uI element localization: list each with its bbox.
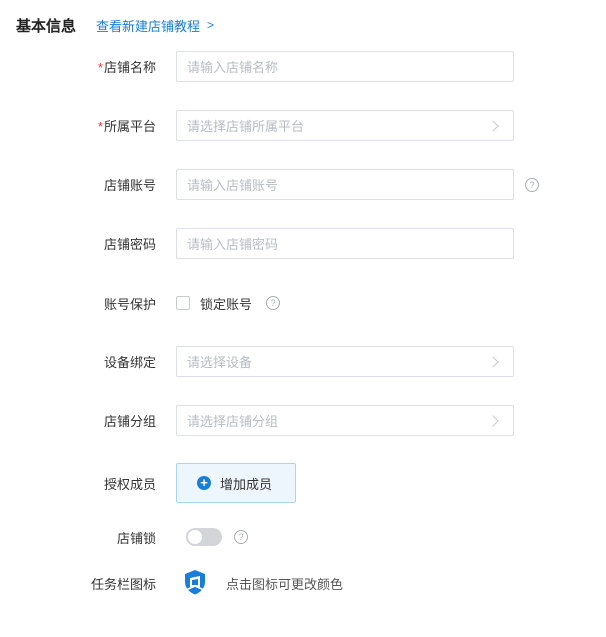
help-icon[interactable]: ? <box>525 177 539 192</box>
add-member-label: 增加成员 <box>220 476 273 492</box>
chevron-right-icon <box>487 119 499 132</box>
device-select[interactable]: 请选择设备 <box>176 346 514 377</box>
shop-group-label: 店铺分组 <box>103 414 156 429</box>
chevron-right-icon[interactable]: > <box>207 18 214 32</box>
required-mark: * <box>97 60 103 75</box>
lock-account-checkbox[interactable] <box>176 296 190 310</box>
taskbar-icon-label: 任务栏图标 <box>90 577 156 592</box>
shop-name-row: *店铺名称 请输入店铺名称 <box>0 51 606 82</box>
shop-shield-icon[interactable] <box>176 563 214 601</box>
add-member-button[interactable]: + 增加成员 <box>176 463 296 503</box>
account-row: 店铺账号 请输入店铺账号 ? <box>0 169 606 200</box>
password-row: 店铺密码 请输入店铺密码 <box>0 228 606 259</box>
shop-name-placeholder: 请输入店铺名称 <box>187 60 279 75</box>
shop-name-input[interactable]: 请输入店铺名称 <box>176 51 514 82</box>
lock-account-label[interactable]: 锁定账号 <box>200 294 252 313</box>
toggle-knob <box>188 530 202 544</box>
account-protection-label: 账号保护 <box>103 296 156 312</box>
tutorial-link[interactable]: 查看新建店铺教程 > <box>96 16 214 35</box>
required-mark: * <box>97 119 103 134</box>
section-title: 基本信息 <box>16 17 77 35</box>
shield-store-icon <box>185 570 205 595</box>
account-placeholder: 请输入店铺账号 <box>187 178 279 193</box>
help-icon[interactable]: ? <box>266 296 280 310</box>
shop-lock-row: 店铺锁 ? <box>0 528 606 546</box>
account-label: 店铺账号 <box>103 178 156 193</box>
account-protection-row: 账号保护 锁定账号 ? <box>0 294 606 312</box>
platform-label: *所属平台 <box>97 119 156 134</box>
password-input[interactable]: 请输入店铺密码 <box>176 228 514 259</box>
password-placeholder: 请输入店铺密码 <box>187 237 279 252</box>
tutorial-link-label[interactable]: 查看新建店铺教程 <box>96 16 200 35</box>
device-binding-row: 设备绑定 请选择设备 <box>0 346 606 377</box>
shop-lock-label: 店铺锁 <box>116 530 156 546</box>
help-icon[interactable]: ? <box>234 530 248 544</box>
platform-row: *所属平台 请选择店铺所属平台 <box>0 110 606 141</box>
shop-group-select[interactable]: 请选择店铺分组 <box>176 405 514 436</box>
chevron-right-icon <box>487 414 499 427</box>
members-row: 授权成员 + 增加成员 <box>0 463 606 503</box>
taskbar-icon-row: 任务栏图标 点击图标可更改颜色 <box>0 563 606 601</box>
shop-group-placeholder: 请选择店铺分组 <box>187 414 279 429</box>
device-placeholder: 请选择设备 <box>187 355 253 370</box>
chevron-right-icon <box>487 355 499 368</box>
taskbar-icon-hint: 点击图标可更改颜色 <box>226 577 344 592</box>
password-label: 店铺密码 <box>103 237 156 252</box>
device-binding-label: 设备绑定 <box>103 355 156 370</box>
shop-lock-toggle[interactable] <box>186 528 222 546</box>
shop-name-label: *店铺名称 <box>97 60 156 75</box>
platform-placeholder: 请选择店铺所属平台 <box>187 119 305 134</box>
account-input[interactable]: 请输入店铺账号 <box>176 169 514 200</box>
shop-group-row: 店铺分组 请选择店铺分组 <box>0 405 606 436</box>
members-label: 授权成员 <box>103 476 156 492</box>
plus-circle-icon: + <box>197 476 211 490</box>
form-header: 基本信息 查看新建店铺教程 > <box>16 14 214 36</box>
platform-select[interactable]: 请选择店铺所属平台 <box>176 110 514 141</box>
